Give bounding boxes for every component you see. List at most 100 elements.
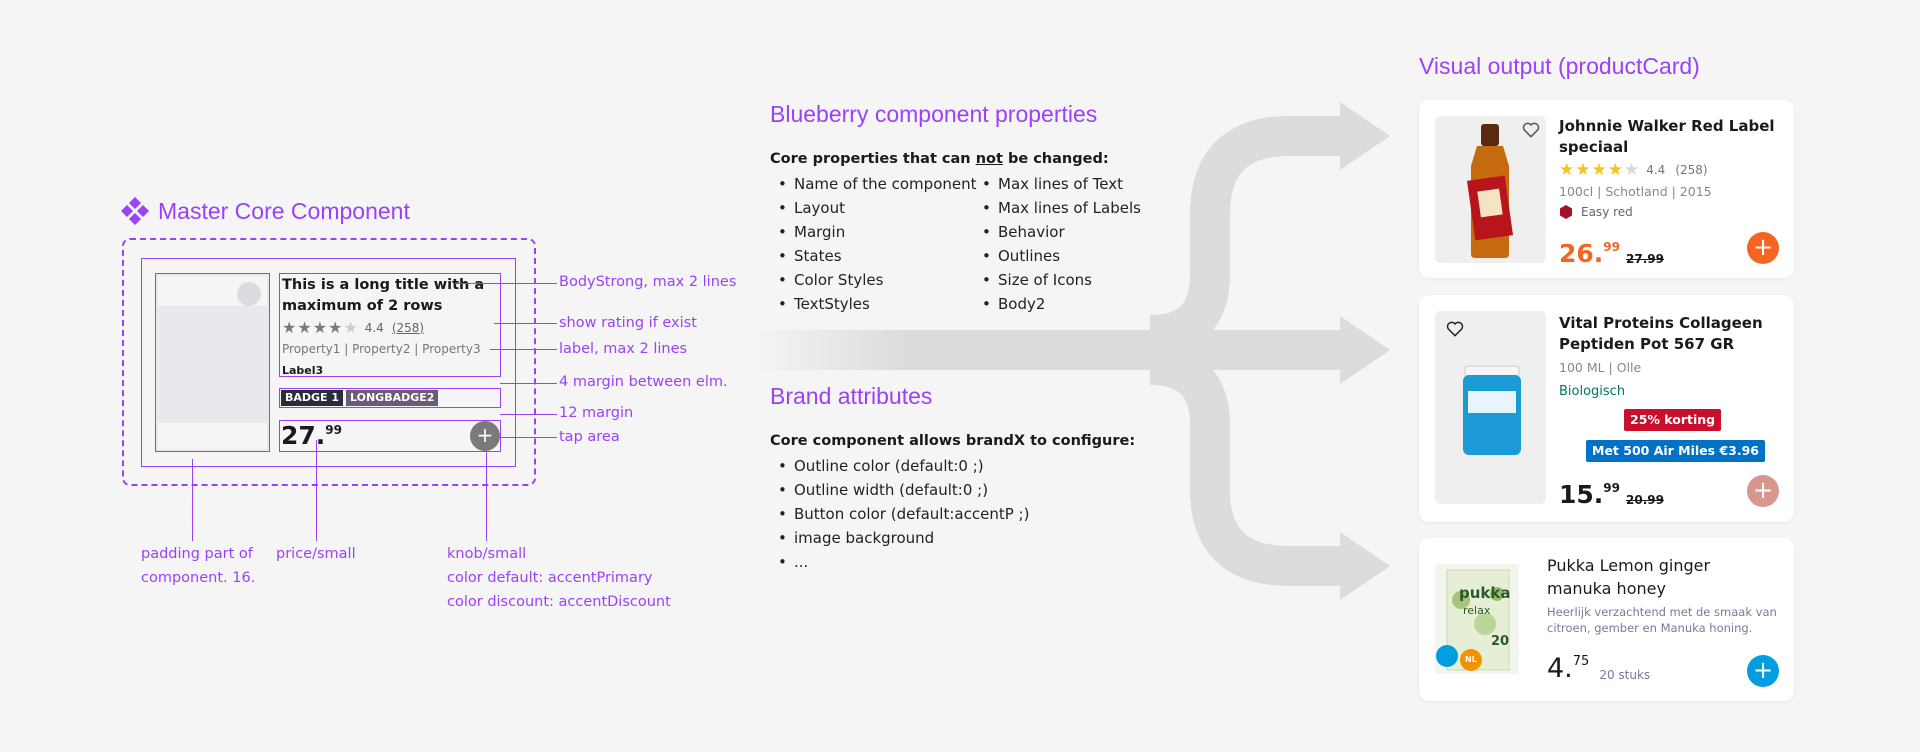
master-label3: Label3 [282, 364, 324, 377]
rating-stars: ★★★★★ [282, 318, 359, 337]
properties-subtitle-not: not [975, 151, 1003, 167]
master-properties: Property1 | Property2 | Property3 [282, 342, 481, 356]
rating-reviews: (258) [1675, 163, 1708, 177]
properties-subtitle-post: be changed: [1002, 151, 1109, 167]
arrow-branch-bottom [1149, 345, 1345, 586]
arrow-head-bottom [1340, 532, 1390, 600]
add-to-cart-button[interactable]: + [1747, 232, 1779, 264]
list-item: States [770, 244, 977, 268]
heart-icon[interactable] [1445, 319, 1465, 339]
list-item: Margin [770, 220, 977, 244]
product-card-pukka[interactable]: pukka relax 20 NL Pukka Lemon ginger man… [1419, 538, 1794, 701]
properties-list-col1: Name of the component Layout Margin Stat… [770, 172, 977, 316]
master-price-sup: 99 [325, 423, 342, 437]
list-item: Outline color (default:0 ;) [770, 454, 1029, 478]
annotation-price: price/small [276, 546, 356, 562]
price-main: 4. [1547, 653, 1573, 684]
unit-text: 20 stuks [1599, 668, 1651, 682]
annotation-margin4: 4 margin between elm. [559, 374, 728, 390]
annotation-tap: tap area [559, 429, 620, 445]
master-badge1: BADGE 1 [281, 390, 344, 406]
annotation-knob-line2: color default: accentPrimary [447, 570, 653, 586]
product-card-vital-proteins[interactable]: Vital Proteins Collageen Peptiden Pot 56… [1419, 295, 1794, 522]
hexagon-icon [1560, 205, 1572, 219]
list-item: Layout [770, 196, 977, 220]
annotation-label: label, max 2 lines [559, 341, 688, 357]
price-sup: 75 [1572, 654, 1590, 669]
price-sup: 99 [1603, 481, 1620, 495]
leader-padding [192, 459, 193, 541]
list-item: Size of Icons [974, 268, 1141, 292]
image-placeholder-bottom [158, 423, 267, 449]
master-heading: Master Core Component [120, 196, 410, 226]
list-item: Outline width (default:0 ;) [770, 478, 1029, 502]
collagen-jar-image [1463, 365, 1521, 455]
annotation-margin12: 12 margin [559, 405, 634, 421]
heart-icon[interactable] [1521, 120, 1541, 140]
airmiles-badge: Met 500 Air Miles €3.96 [1586, 440, 1765, 462]
master-price: 27. 99 [281, 422, 342, 450]
product-price: 26. 99 27.99 [1559, 240, 1664, 268]
rating-stars: ★★★★★ [1559, 160, 1641, 180]
list-item: Max lines of Text [974, 172, 1141, 196]
leader-knob [486, 452, 487, 541]
leader-bodystrong [455, 283, 557, 284]
annotation-rating: show rating if exist [559, 315, 697, 331]
product-card-johnnie-walker[interactable]: Johnnie Walker Red Label speciaal ★★★★★ … [1419, 100, 1794, 278]
tea-pack-count: 20 [1491, 634, 1510, 649]
tea-pack-brand: pukka [1459, 584, 1511, 602]
list-item: Behavior [974, 220, 1141, 244]
tea-pack-country: NL [1465, 655, 1477, 664]
list-item: Color Styles [770, 268, 977, 292]
list-item: TextStyles [770, 292, 977, 316]
properties-subtitle-pre: Core properties that can [770, 151, 976, 167]
list-item: Name of the component [770, 172, 977, 196]
list-item: Body2 [974, 292, 1141, 316]
visual-title: Visual output (productCard) [1419, 53, 1700, 79]
leader-tap [501, 437, 557, 438]
arrow-branch-top [1149, 116, 1345, 355]
master-knob-button[interactable]: + [470, 421, 500, 451]
product-label: Biologisch [1559, 384, 1626, 399]
product-label: Easy red [1559, 205, 1633, 219]
annotation-bodystrong: BodyStrong, max 2 lines [559, 274, 737, 290]
master-title: Master Core Component [158, 197, 410, 224]
tea-box-image [1436, 569, 1510, 671]
add-to-cart-button[interactable]: + [1747, 475, 1779, 507]
product-properties: 100 ML | Olle [1559, 360, 1642, 375]
product-properties: 100cl | Schotland | 2015 [1559, 184, 1712, 199]
master-card-title: This is a long title with a maximum of 2… [282, 277, 485, 314]
annotation-padding-line2: component. 16. [141, 570, 256, 586]
rating-row: ★★★★★ 4.4 (258) [1559, 160, 1708, 180]
tea-pack-line: relax [1463, 604, 1491, 617]
product-description: Heerlijk verzachtend met de smaak van ci… [1547, 605, 1777, 635]
brand-list: Outline color (default:0 ;) Outline widt… [770, 454, 1029, 574]
leader-label [490, 349, 557, 350]
list-item: Max lines of Labels [974, 196, 1141, 220]
component-icon [121, 197, 149, 225]
product-title: Pukka Lemon ginger manuka honey [1547, 556, 1711, 598]
annotation-knob-line3: color discount: accentDiscount [447, 594, 671, 610]
brand-subtitle: Core component allows brandX to configur… [770, 433, 1136, 449]
master-reviews: (258) [391, 320, 425, 335]
label-text: Easy red [1581, 205, 1633, 219]
leader-price [316, 440, 317, 541]
old-price: 27.99 [1626, 252, 1664, 266]
product-image [1435, 311, 1546, 504]
master-price-main: 27. [281, 421, 326, 450]
master-rating-row: ★★★★★ 4.4 (258) [282, 318, 424, 337]
brand-title: Brand attributes [770, 383, 933, 409]
annotation-padding-line1: padding part of [141, 546, 253, 562]
properties-title: Blueberry component properties [770, 101, 1098, 127]
master-rating-value: 4.4 [364, 320, 384, 335]
product-title: Vital Proteins Collageen Peptiden Pot 56… [1559, 314, 1763, 353]
price-sup: 99 [1603, 240, 1620, 254]
arrow-trunk [750, 330, 1190, 370]
old-price: 20.99 [1626, 493, 1664, 507]
rating-value: 4.4 [1646, 163, 1666, 177]
annotation-knob-line1: knob/small [447, 546, 527, 562]
properties-list-col2: Max lines of Text Max lines of Labels Be… [974, 172, 1141, 316]
add-to-cart-button[interactable]: + [1747, 655, 1779, 687]
favorite-placeholder [237, 282, 261, 306]
arrow-head-mid [1340, 316, 1390, 384]
